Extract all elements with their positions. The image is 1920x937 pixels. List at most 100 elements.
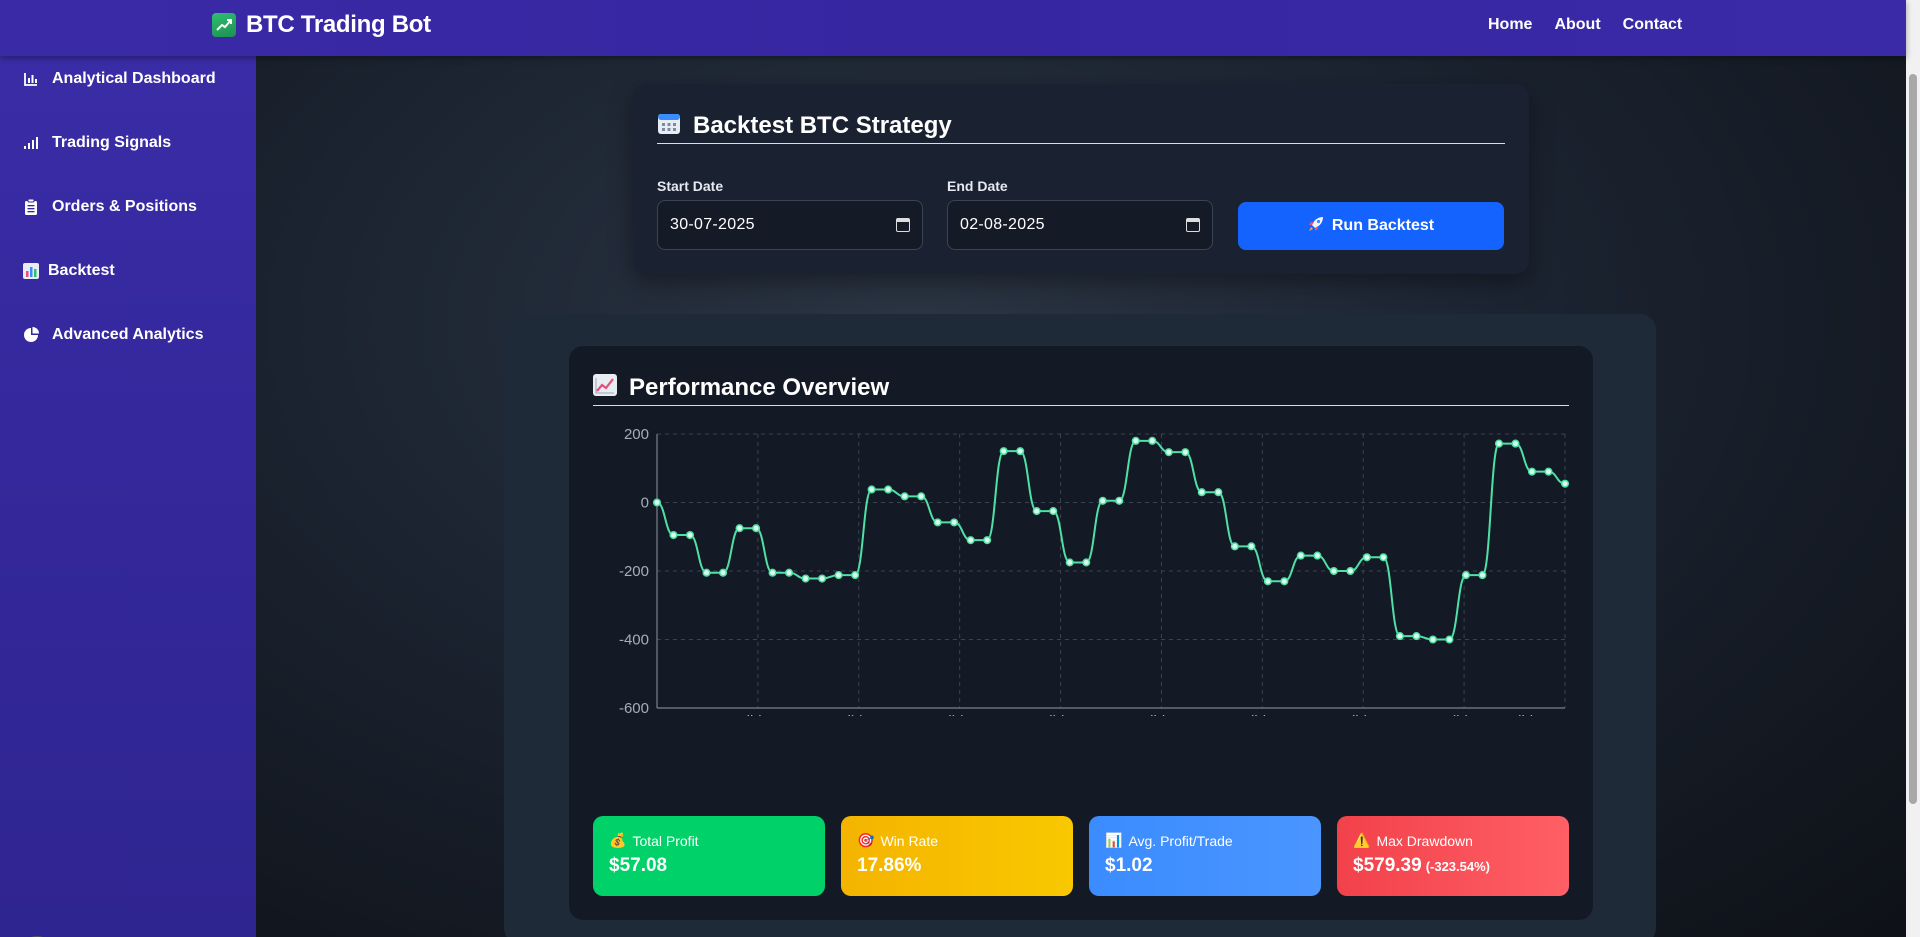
sidebar-item-label: Advanced Analytics bbox=[52, 326, 204, 343]
stat-value: $579.39 bbox=[1353, 855, 1422, 876]
sidebar-item-label: Analytical Dashboard bbox=[52, 70, 216, 87]
signal-bars-icon bbox=[22, 134, 40, 152]
data-point bbox=[735, 524, 744, 533]
brand[interactable]: BTC Trading Bot bbox=[212, 0, 431, 50]
cumulative-profit-chart: 200 0 -200 -400 -600 Invalid Date Invalid Date… bbox=[619, 426, 1570, 716]
data-point bbox=[669, 530, 678, 540]
data-point bbox=[1247, 542, 1256, 551]
performance-header: Performance Overview bbox=[593, 370, 1569, 406]
end-date-value: 02-08-2025 bbox=[960, 216, 1045, 233]
data-point bbox=[933, 518, 942, 527]
data-point bbox=[685, 530, 695, 540]
calendar-icon bbox=[657, 111, 681, 140]
data-point bbox=[718, 568, 728, 577]
data-point bbox=[851, 571, 860, 580]
data-point bbox=[801, 574, 810, 583]
data-point bbox=[785, 568, 794, 577]
data-point bbox=[1478, 571, 1487, 580]
stat-sub-value: (-323.54%) bbox=[1425, 859, 1490, 874]
stat-value: $1.02 bbox=[1105, 855, 1153, 876]
calendar-picker-icon[interactable] bbox=[896, 218, 910, 232]
data-point bbox=[1362, 553, 1371, 562]
stat-value: 17.86% bbox=[857, 855, 922, 876]
sidebar-item-orders-positions[interactable]: Orders & Positions bbox=[22, 192, 197, 222]
data-point bbox=[1131, 436, 1140, 445]
data-point bbox=[818, 574, 827, 583]
data-point bbox=[1164, 448, 1173, 457]
performance-card: Performance Overview 200 0 -200 -400 -600 Inv… bbox=[569, 346, 1593, 920]
data-point bbox=[1032, 507, 1041, 516]
clipboard-icon bbox=[22, 198, 40, 216]
calendar-picker-icon[interactable] bbox=[1186, 218, 1200, 232]
backtest-card: Backtest BTC Strategy Start Date 30-07-2… bbox=[633, 84, 1529, 274]
data-point bbox=[1016, 447, 1025, 456]
brand-title: BTC Trading Bot bbox=[246, 11, 431, 38]
data-point bbox=[1280, 577, 1289, 586]
end-date-label: End Date bbox=[947, 178, 1008, 194]
money-bag-icon: 💰 bbox=[609, 832, 627, 848]
top-navbar: BTC Trading Bot Home About Contact bbox=[0, 0, 1906, 56]
data-point bbox=[1082, 558, 1091, 567]
stat-value: $57.08 bbox=[609, 855, 668, 876]
run-backtest-button[interactable]: Run Backtest bbox=[1238, 202, 1504, 250]
sidebar-item-label: Trading Signals bbox=[52, 134, 172, 151]
data-point bbox=[1428, 635, 1437, 644]
data-point bbox=[1197, 488, 1206, 497]
y-tick-label: 200 bbox=[624, 426, 649, 443]
stat-label: Win Rate bbox=[880, 832, 939, 849]
x-tick-label: Invalid Date bbox=[1122, 713, 1201, 716]
bar-chart-emoji-icon bbox=[22, 262, 40, 280]
y-tick-label: -200 bbox=[619, 563, 649, 580]
pie-chart-icon bbox=[22, 326, 40, 344]
x-tick-label: Invalid Date bbox=[718, 713, 797, 716]
sidebar-item-analytical-dashboard[interactable]: Analytical Dashboard bbox=[22, 64, 216, 94]
data-point bbox=[1461, 571, 1470, 580]
nav-link-contact[interactable]: Contact bbox=[1623, 16, 1683, 34]
bar-chart-icon bbox=[22, 70, 40, 88]
data-point bbox=[950, 518, 959, 527]
page-scrollbar[interactable] bbox=[1906, 0, 1920, 937]
data-point bbox=[867, 485, 876, 494]
backtest-title: Backtest BTC Strategy bbox=[693, 111, 952, 139]
stat-avg-profit: 📊 Avg. Profit/Trade $1.02 bbox=[1089, 816, 1321, 896]
start-date-value: 30-07-2025 bbox=[670, 216, 755, 233]
data-point bbox=[1230, 542, 1239, 551]
nav-link-about[interactable]: About bbox=[1554, 16, 1600, 34]
start-date-input[interactable]: 30-07-2025 bbox=[657, 200, 923, 250]
sidebar-item-advanced-analytics[interactable]: Advanced Analytics bbox=[22, 320, 203, 350]
nav-links: Home About Contact bbox=[1488, 0, 1682, 50]
sidebar-item-backtest[interactable]: Backtest bbox=[22, 256, 115, 286]
x-tick-label: Invalid Date bbox=[819, 713, 898, 716]
run-backtest-label: Run Backtest bbox=[1331, 217, 1435, 234]
data-point bbox=[983, 536, 992, 545]
data-point bbox=[884, 485, 893, 494]
rocket-icon bbox=[1308, 216, 1324, 237]
data-point bbox=[1494, 439, 1504, 448]
data-point bbox=[1296, 551, 1305, 560]
data-point bbox=[1263, 577, 1272, 586]
end-date-input[interactable]: 02-08-2025 bbox=[947, 200, 1213, 250]
data-point bbox=[1115, 496, 1124, 505]
sidebar: Analytical Dashboard Trading Signals Ord… bbox=[0, 56, 256, 937]
data-point bbox=[1395, 632, 1404, 641]
x-tick-label: Invalid Date bbox=[1490, 713, 1569, 716]
target-icon: 🎯 bbox=[857, 832, 875, 848]
data-point bbox=[1148, 436, 1157, 445]
data-point bbox=[1346, 566, 1355, 576]
x-tick-label: Invalid Date bbox=[1223, 713, 1302, 716]
sidebar-item-label: Orders & Positions bbox=[52, 198, 197, 215]
data-point bbox=[702, 568, 711, 577]
stat-label: Total Profit bbox=[632, 832, 699, 849]
chart-increasing-icon bbox=[593, 373, 617, 402]
data-point bbox=[1445, 635, 1454, 644]
data-point bbox=[768, 568, 777, 577]
x-tick-label: Invalid Date bbox=[1324, 713, 1403, 716]
y-tick-label: 0 bbox=[641, 495, 649, 512]
scrollbar-thumb[interactable] bbox=[1909, 74, 1917, 804]
sidebar-item-trading-signals[interactable]: Trading Signals bbox=[22, 128, 171, 158]
data-point bbox=[834, 571, 843, 580]
nav-link-home[interactable]: Home bbox=[1488, 16, 1532, 34]
stat-win-rate: 🎯 Win Rate 17.86% bbox=[841, 816, 1073, 896]
backtest-header: Backtest BTC Strategy bbox=[657, 108, 1505, 144]
data-point bbox=[1544, 467, 1553, 476]
